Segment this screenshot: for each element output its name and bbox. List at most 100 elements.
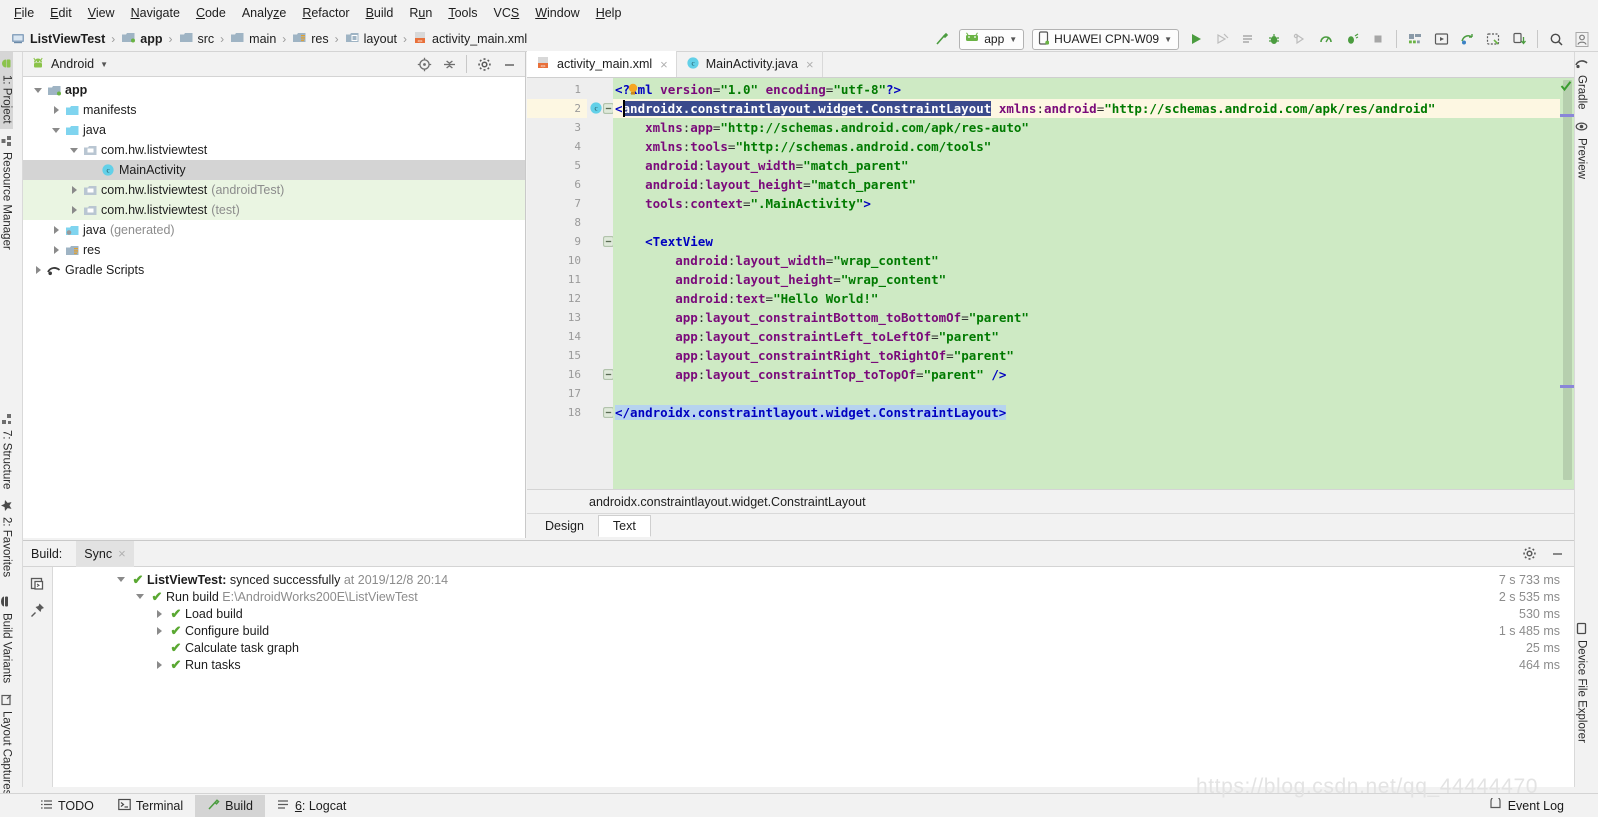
build-row-run-build[interactable]: ✔ Run build E:\AndroidWorks200E\ListViewT… <box>53 588 1574 605</box>
menu-item-build[interactable]: Build <box>358 3 402 23</box>
chevron-right-icon[interactable] <box>67 206 81 214</box>
status-bar-button-terminal[interactable]: Terminal <box>106 795 195 817</box>
tool-button-2-favorites[interactable]: 2: Favorites <box>0 494 13 582</box>
menu-item-view[interactable]: View <box>80 3 123 23</box>
tree-node-com-hw-listviewtest[interactable]: com.hw.listviewtest <box>23 140 525 160</box>
editor-mode-tab-text[interactable]: Text <box>597 515 651 537</box>
close-icon[interactable]: × <box>658 57 668 72</box>
menu-item-vcs[interactable]: VCS <box>486 3 528 23</box>
chevron-right-icon[interactable] <box>49 226 63 234</box>
editor-mode-tab-design[interactable]: Design <box>531 516 598 536</box>
code-editor[interactable]: 1 2 3 4 5 6 7 8 9 10 11 12 13 14 15 16 17 18 c <?xml vers… <box>527 78 1574 489</box>
chevron-right-icon[interactable] <box>49 246 63 254</box>
gutter-class-marker-icon[interactable]: c <box>589 101 603 118</box>
menu-item-window[interactable]: Window <box>527 3 587 23</box>
breadcrumb-item-src[interactable]: src <box>176 31 218 47</box>
gear-icon[interactable] <box>472 53 496 75</box>
inspection-status-icon[interactable] <box>1560 80 1572 95</box>
attach-debugger-button[interactable] <box>1288 28 1312 50</box>
event-log-button[interactable]: Event Log <box>1489 795 1564 814</box>
close-icon[interactable]: × <box>118 546 126 561</box>
tree-node-gradle-scripts[interactable]: Gradle Scripts <box>23 260 525 280</box>
debug-button[interactable] <box>1262 28 1286 50</box>
breadcrumb-item-activity-main-xml[interactable]: <> activity_main.xml <box>410 31 530 47</box>
tree-node-java[interactable]: java <box>23 120 525 140</box>
chevron-right-icon[interactable] <box>151 626 167 635</box>
device-selector[interactable]: HUAWEI CPN-W09 ▼ <box>1032 28 1179 50</box>
menu-item-navigate[interactable]: Navigate <box>123 3 188 23</box>
tree-node-mainactivity[interactable]: c MainActivity <box>23 160 525 180</box>
build-row-run-tasks[interactable]: ✔ Run tasks 464 ms <box>53 656 1574 673</box>
tool-button-preview[interactable]: Preview <box>1575 115 1588 184</box>
chevron-down-icon[interactable] <box>31 87 45 93</box>
menu-item-edit[interactable]: Edit <box>42 3 80 23</box>
menu-item-help[interactable]: Help <box>588 3 630 23</box>
tree-node-com-hw-listviewtest-test[interactable]: com.hw.listviewtest (test) <box>23 200 525 220</box>
status-bar-button-todo[interactable]: TODO <box>28 795 106 817</box>
run-button[interactable] <box>1184 28 1208 50</box>
project-tree[interactable]: app manifests java com.hw.listviewtest c Main… <box>23 77 525 538</box>
gradle-sync-button[interactable] <box>1455 28 1479 50</box>
chevron-right-icon[interactable] <box>67 186 81 194</box>
sdk-manager-button[interactable] <box>1403 28 1427 50</box>
tree-node-java-generated[interactable]: java (generated) <box>23 220 525 240</box>
apply-changes-button[interactable] <box>1210 28 1234 50</box>
build-output-tree[interactable]: ✔ ListViewTest: synced successfully at 20… <box>53 567 1574 787</box>
editor-scrollbar[interactable] <box>1560 78 1574 489</box>
breadcrumb-item-app[interactable]: app <box>118 31 165 47</box>
breadcrumb-item-layout[interactable]: layout <box>342 31 400 47</box>
chevron-right-icon[interactable] <box>151 660 167 669</box>
editor-tab-activity-main-xml[interactable]: <> activity_main.xml × <box>527 51 677 77</box>
tool-button-device-file-explorer[interactable]: Device File Explorer <box>1575 617 1588 748</box>
tree-node-manifests[interactable]: manifests <box>23 100 525 120</box>
build-tab-sync[interactable]: Sync × <box>76 540 134 567</box>
menu-item-tools[interactable]: Tools <box>440 3 485 23</box>
scroll-from-source-button[interactable] <box>412 53 436 75</box>
stop-button[interactable] <box>1366 28 1390 50</box>
menu-item-analyze[interactable]: Analyze <box>234 3 294 23</box>
build-row-calculate-task-graph[interactable]: ✔ Calculate task graph 25 ms <box>53 639 1574 656</box>
profile-button[interactable] <box>1314 28 1338 50</box>
build-row-synced-successfully[interactable]: ✔ ListViewTest: synced successfully at 20… <box>53 571 1574 588</box>
scrollbar-thumb[interactable] <box>1563 80 1572 480</box>
breadcrumb-item-main[interactable]: main <box>227 31 279 47</box>
editor-tab-mainactivity-java[interactable]: c MainActivity.java × <box>677 51 823 77</box>
gear-icon[interactable] <box>1517 543 1541 565</box>
close-icon[interactable]: × <box>804 57 814 72</box>
menu-item-run[interactable]: Run <box>401 3 440 23</box>
avatar[interactable] <box>1570 28 1594 50</box>
status-bar-button-build[interactable]: Build <box>195 794 265 817</box>
chevron-down-icon[interactable] <box>49 127 63 133</box>
tool-button-gradle[interactable]: Gradle <box>1575 52 1588 115</box>
run-coverage-button[interactable] <box>1340 28 1364 50</box>
minimize-icon[interactable] <box>497 53 521 75</box>
build-project-icon[interactable] <box>930 28 954 50</box>
chevron-right-icon[interactable] <box>151 609 167 618</box>
tool-button-layout-captures[interactable]: Layout Captures <box>0 688 13 800</box>
chevron-down-icon[interactable] <box>132 594 148 599</box>
search-everywhere-icon[interactable] <box>1544 28 1568 50</box>
tool-button-7-structure[interactable]: 7: Structure <box>0 407 13 494</box>
layout-inspector-button[interactable] <box>1481 28 1505 50</box>
breadcrumb-item-res[interactable]: res <box>289 31 331 47</box>
menu-item-refactor[interactable]: Refactor <box>294 3 357 23</box>
tool-button-resource-manager[interactable]: Resource Manager <box>0 129 13 255</box>
tree-node-com-hw-listviewtest-androidTest[interactable]: com.hw.listviewtest (androidTest) <box>23 180 525 200</box>
chevron-right-icon[interactable] <box>31 266 45 274</box>
pin-icon[interactable] <box>23 597 52 623</box>
breadcrumb-item-listviewtest[interactable]: ListViewTest <box>8 31 108 47</box>
chevron-down-icon[interactable] <box>113 577 129 582</box>
run-configuration-selector[interactable]: app ▼ <box>959 28 1025 50</box>
tool-button-build-variants[interactable]: Build Variants <box>0 590 13 688</box>
tool-button-1-project[interactable]: 1: Project <box>0 52 13 129</box>
chevron-down-icon[interactable] <box>67 147 81 153</box>
collapse-all-button[interactable] <box>437 53 461 75</box>
apply-code-changes-button[interactable] <box>1236 28 1260 50</box>
device-download-button[interactable] <box>1507 28 1531 50</box>
build-row-load-build[interactable]: ✔ Load build 530 ms <box>53 605 1574 622</box>
code-text-area[interactable]: <?xml version="1.0" encoding="utf-8"?> <a… <box>613 78 1574 489</box>
menu-item-code[interactable]: Code <box>188 3 234 23</box>
build-row-configure-build[interactable]: ✔ Configure build 1 s 485 ms <box>53 622 1574 639</box>
project-view-selector[interactable]: Android ▼ <box>31 56 108 73</box>
console-icon[interactable] <box>23 571 52 597</box>
